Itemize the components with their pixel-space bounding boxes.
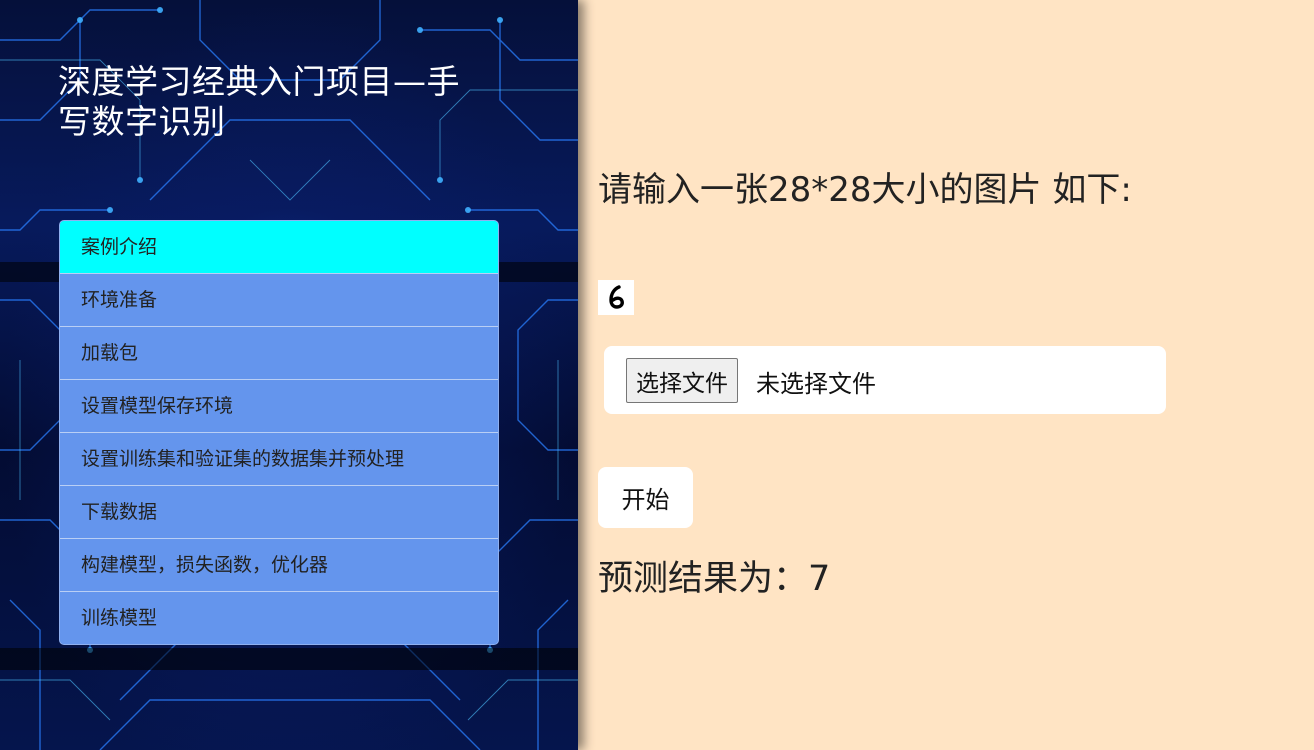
prediction-result: 预测结果为：7 bbox=[598, 559, 831, 599]
sidebar-item-env-prep[interactable]: 环境准备 bbox=[60, 274, 498, 327]
sidebar-item-load-packages[interactable]: 加载包 bbox=[60, 327, 498, 380]
sidebar: 深度学习经典入门项目—手写数字识别 案例介绍 环境准备 加载包 设置模型保存环境… bbox=[0, 0, 578, 750]
sidebar-item-case-intro[interactable]: 案例介绍 bbox=[60, 221, 498, 274]
sidebar-item-model-save-env[interactable]: 设置模型保存环境 bbox=[60, 380, 498, 433]
decorative-band bbox=[0, 648, 578, 670]
main-content: 请输入一张28*28大小的图片 如下: 选择文件 未选择文件 开始 预测结果为：… bbox=[578, 0, 1314, 750]
sidebar-nav: 案例介绍 环境准备 加载包 设置模型保存环境 设置训练集和验证集的数据集并预处理… bbox=[59, 220, 499, 645]
file-status-text: 未选择文件 bbox=[756, 370, 876, 398]
sidebar-item-train-model[interactable]: 训练模型 bbox=[60, 592, 498, 644]
file-upload-box: 选择文件 未选择文件 bbox=[604, 346, 1166, 414]
choose-file-button[interactable]: 选择文件 bbox=[626, 358, 738, 403]
upload-prompt: 请输入一张28*28大小的图片 如下: bbox=[598, 170, 1132, 210]
start-button[interactable]: 开始 bbox=[598, 467, 693, 528]
page-title: 深度学习经典入门项目—手写数字识别 bbox=[58, 62, 460, 141]
handwritten-digit-sample-icon bbox=[598, 280, 634, 315]
sidebar-item-build-model[interactable]: 构建模型，损失函数，优化器 bbox=[60, 539, 498, 592]
page: 深度学习经典入门项目—手写数字识别 案例介绍 环境准备 加载包 设置模型保存环境… bbox=[0, 0, 1314, 750]
sidebar-item-dataset-preprocess[interactable]: 设置训练集和验证集的数据集并预处理 bbox=[60, 433, 498, 486]
sidebar-item-download-data[interactable]: 下载数据 bbox=[60, 486, 498, 539]
